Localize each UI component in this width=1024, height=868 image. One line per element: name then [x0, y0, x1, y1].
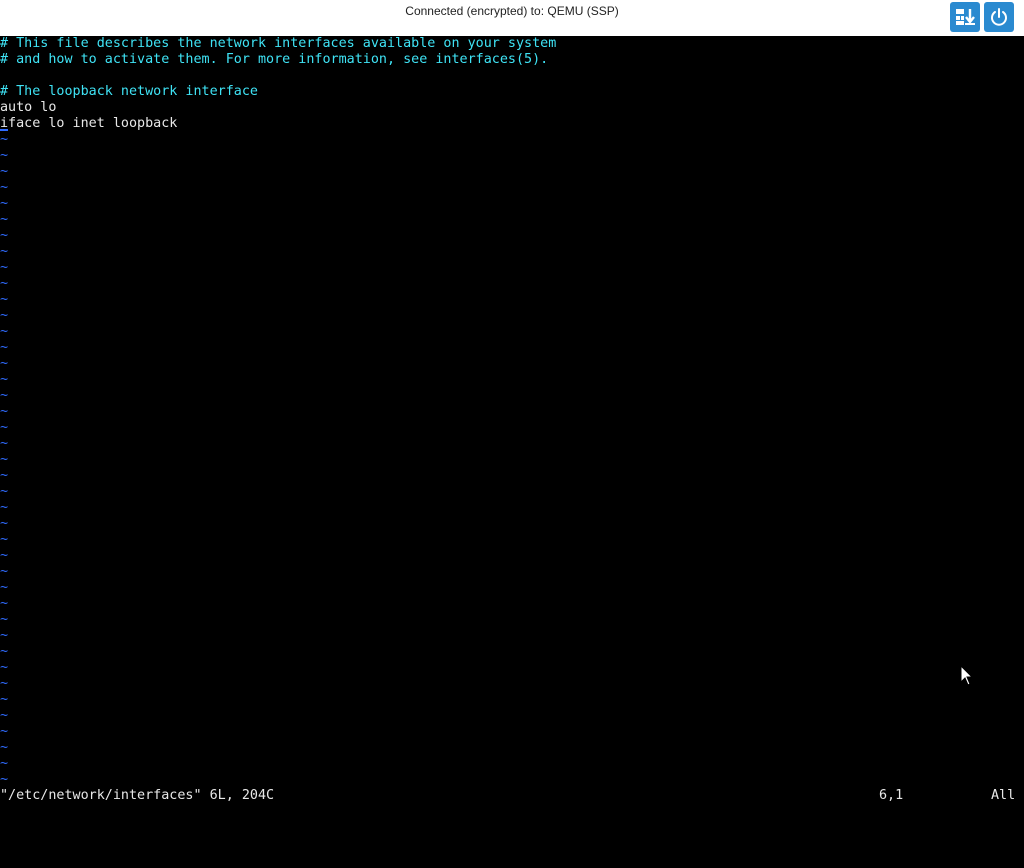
connection-status: Connected (encrypted) to: QEMU (SSP) — [405, 4, 619, 18]
empty-line-marker: ~ — [0, 372, 9, 387]
empty-line-marker: ~ — [0, 340, 9, 355]
empty-line-marker: ~ — [0, 612, 9, 627]
empty-line-marker: ~ — [0, 452, 9, 467]
empty-line-marker: ~ — [0, 548, 9, 563]
empty-line-marker: ~ — [0, 276, 9, 291]
power-button[interactable] — [984, 2, 1014, 32]
editor-line-4: # The loopback network interface — [0, 84, 258, 99]
empty-line-marker: ~ — [0, 148, 9, 163]
empty-line-marker: ~ — [0, 644, 9, 659]
empty-line-marker: ~ — [0, 164, 9, 179]
empty-line-marker: ~ — [0, 468, 9, 483]
empty-line-marker: ~ — [0, 500, 9, 515]
editor-line-2: # and how to activate them. For more inf… — [0, 52, 549, 67]
power-icon — [991, 8, 1007, 26]
empty-line-marker: ~ — [0, 404, 9, 419]
status-file-info: "/etc/network/interfaces" 6L, 204C — [0, 788, 275, 803]
send-keys-icon — [956, 9, 975, 25]
empty-line-marker: ~ — [0, 692, 9, 707]
empty-line-marker: ~ — [0, 596, 9, 611]
vim-status-line: "/etc/network/interfaces" 6L, 204C 6,1 A… — [0, 788, 1024, 804]
empty-line-marker: ~ — [0, 740, 9, 755]
empty-line-marker: ~ — [0, 772, 9, 787]
status-cursor-position: 6,1 — [879, 788, 904, 803]
empty-line-marker: ~ — [0, 708, 9, 723]
empty-line-marker: ~ — [0, 212, 9, 227]
text-cursor — [0, 129, 8, 131]
empty-line-marker: ~ — [0, 180, 9, 195]
empty-line-marker: ~ — [0, 132, 9, 147]
status-scroll-position: All — [991, 788, 1016, 803]
empty-line-marker: ~ — [0, 244, 9, 259]
empty-line-marker: ~ — [0, 724, 9, 739]
empty-line-marker: ~ — [0, 516, 9, 531]
editor-line-5: auto lo — [0, 100, 57, 115]
empty-line-marker: ~ — [0, 420, 9, 435]
empty-line-marker: ~ — [0, 356, 9, 371]
empty-line-marker: ~ — [0, 228, 9, 243]
empty-line-marker: ~ — [0, 564, 9, 579]
vnc-toolbar: Connected (encrypted) to: QEMU (SSP) — [0, 0, 1024, 36]
editor-line-1: # This file describes the network interf… — [0, 36, 557, 51]
empty-line-marker: ~ — [0, 324, 9, 339]
empty-line-marker: ~ — [0, 532, 9, 547]
mouse-pointer-icon — [960, 665, 974, 686]
empty-line-marker: ~ — [0, 260, 9, 275]
empty-line-marker: ~ — [0, 308, 9, 323]
terminal-screen[interactable]: # This file describes the network interf… — [0, 36, 1024, 804]
editor-line-6: iface lo inet loopback — [0, 116, 178, 131]
empty-line-marker: ~ — [0, 756, 9, 771]
empty-line-marker: ~ — [0, 388, 9, 403]
empty-line-marker: ~ — [0, 628, 9, 643]
empty-line-marker: ~ — [0, 484, 9, 499]
empty-line-marker: ~ — [0, 676, 9, 691]
empty-line-marker: ~ — [0, 660, 9, 675]
empty-line-marker: ~ — [0, 196, 9, 211]
empty-line-marker: ~ — [0, 292, 9, 307]
send-keys-button[interactable] — [950, 2, 980, 32]
empty-line-marker: ~ — [0, 580, 9, 595]
empty-line-marker: ~ — [0, 436, 9, 451]
